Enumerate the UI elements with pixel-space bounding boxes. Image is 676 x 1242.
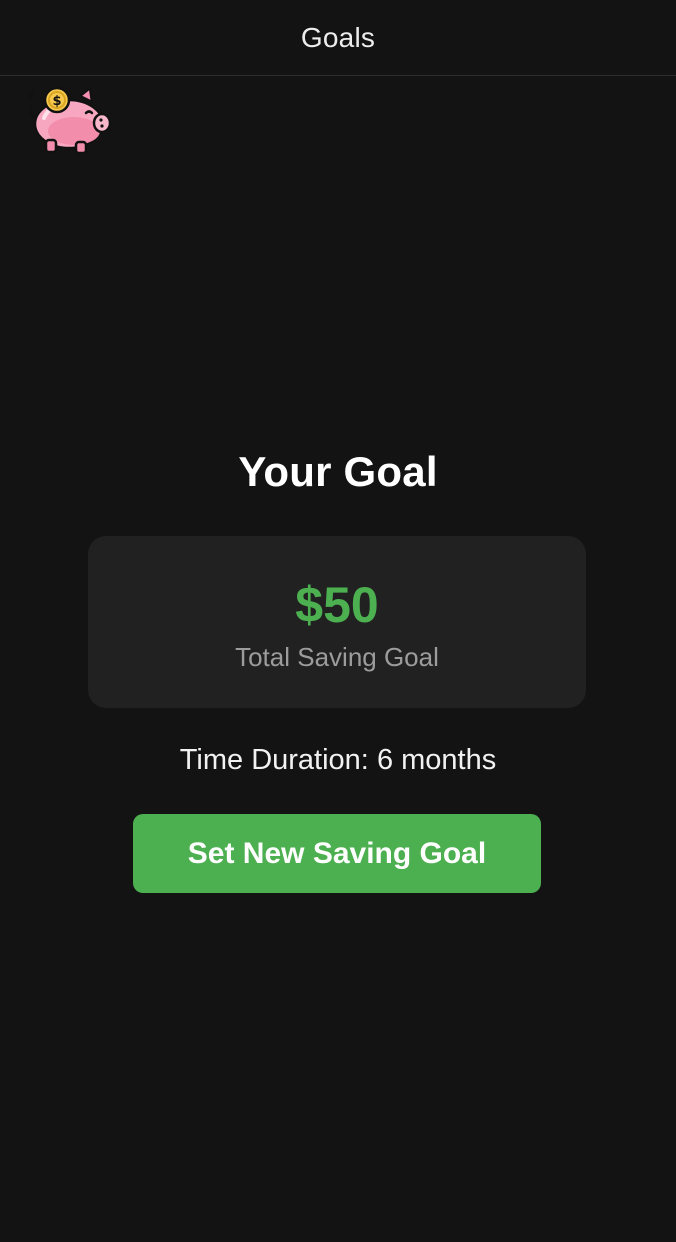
goal-heading: Your Goal (238, 448, 438, 495)
navigation-header: Goals (0, 0, 676, 76)
set-new-saving-goal-button[interactable]: Set New Saving Goal (133, 814, 541, 893)
goal-caption: Total Saving Goal (235, 642, 439, 672)
piggy-bank-icon: $ (22, 82, 114, 160)
time-duration: Time Duration: 6 months (0, 744, 676, 777)
page-title: Goals (300, 21, 376, 53)
svg-text:$: $ (52, 94, 61, 109)
duration-value: 6 months (376, 744, 497, 776)
goal-amount: $50 (295, 577, 379, 633)
duration-label: Time Duration: (179, 744, 369, 776)
goal-summary-card: $50 Total Saving Goal (88, 536, 586, 708)
